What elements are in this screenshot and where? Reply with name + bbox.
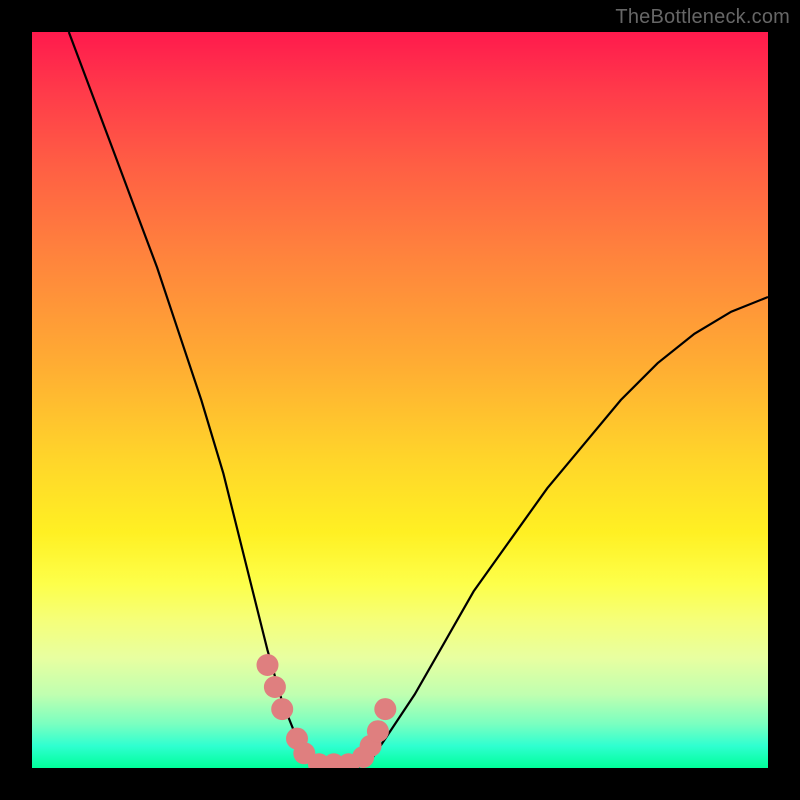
- watermark-text: TheBottleneck.com: [615, 6, 790, 29]
- bottleneck-curve: [69, 32, 768, 768]
- chart-frame: TheBottleneck.com: [0, 0, 800, 800]
- marker-dot: [257, 654, 279, 676]
- marker-dot: [264, 676, 286, 698]
- marker-dot: [374, 698, 396, 720]
- marker-dot: [271, 698, 293, 720]
- curve-layer: [32, 32, 768, 768]
- plot-area: [32, 32, 768, 768]
- highlight-markers: [257, 654, 397, 768]
- marker-dot: [367, 720, 389, 742]
